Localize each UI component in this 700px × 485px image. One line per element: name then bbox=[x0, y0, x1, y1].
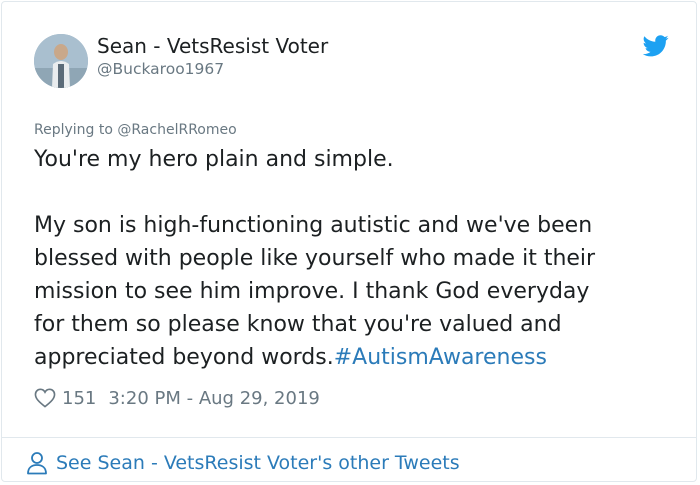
see-other-tweets-link[interactable]: See Sean - VetsResist Voter's other Twee… bbox=[26, 450, 460, 476]
replying-to: Replying to @RachelRRomeo bbox=[34, 122, 237, 138]
tweet-line: blessed with people like yourself who ma… bbox=[34, 246, 596, 271]
divider bbox=[2, 437, 696, 438]
tweet-line: appreciated beyond words.#AutismAwarenes… bbox=[34, 341, 674, 374]
author-name[interactable]: Sean - VetsResist Voter bbox=[97, 34, 328, 58]
person-icon bbox=[27, 452, 47, 475]
twitter-bird-icon[interactable] bbox=[643, 35, 669, 57]
see-other-tweets-label[interactable]: See Sean - VetsResist Voter's other Twee… bbox=[56, 452, 460, 474]
author-handle[interactable]: @Buckaroo1967 bbox=[97, 60, 224, 78]
timestamp[interactable]: 3:20 PM - Aug 29, 2019 bbox=[108, 388, 320, 409]
tweet-card: Sean - VetsResist Voter @Buckaroo1967 Re… bbox=[1, 1, 697, 482]
heart-icon[interactable] bbox=[34, 388, 56, 408]
tweet-line-text: appreciated beyond words. bbox=[34, 345, 334, 370]
tweet-meta: 151 3:20 PM - Aug 29, 2019 bbox=[34, 386, 320, 410]
tweet-line: You're my hero plain and simple. bbox=[34, 147, 394, 172]
tweet-line: for them so please know that you're valu… bbox=[34, 312, 562, 337]
replying-to-mention[interactable]: @RachelRRomeo bbox=[117, 122, 236, 138]
avatar[interactable] bbox=[34, 34, 88, 88]
tweet-line: My son is high-functioning autistic and … bbox=[34, 213, 593, 238]
avatar-photo bbox=[34, 34, 88, 88]
tweet-line: mission to see him improve. I thank God … bbox=[34, 279, 590, 304]
replying-prefix: Replying to bbox=[34, 122, 113, 138]
tweet-text: You're my hero plain and simple. My son … bbox=[34, 143, 674, 374]
like-count[interactable]: 151 bbox=[62, 388, 96, 409]
hashtag-link[interactable]: #AutismAwareness bbox=[334, 345, 547, 370]
